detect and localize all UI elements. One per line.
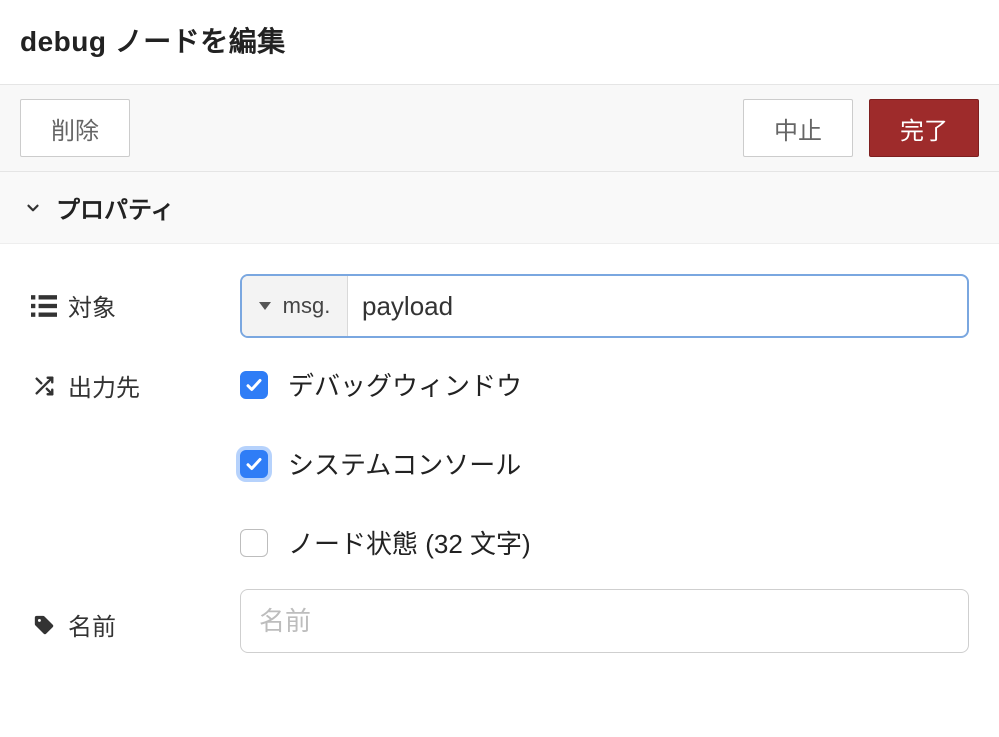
target-type-selector[interactable]: msg.	[242, 276, 348, 336]
output-option-system-console: システムコンソール	[240, 445, 969, 482]
label-name-text: 名前	[68, 607, 116, 642]
delete-button[interactable]: 削除	[20, 99, 130, 157]
checkbox-node-status-label: ノード状態 (32 文字)	[288, 524, 531, 561]
name-input[interactable]	[240, 589, 969, 653]
done-button-label: 完了	[900, 111, 948, 146]
label-name: 名前	[30, 589, 240, 642]
checkbox-node-status[interactable]	[240, 529, 268, 557]
output-option-node-status: ノード状態 (32 文字)	[240, 524, 969, 561]
target-input[interactable]	[348, 276, 967, 336]
label-output: 出力先	[30, 366, 240, 403]
cancel-button[interactable]: 中止	[743, 99, 853, 157]
checkbox-system-console[interactable]	[240, 450, 268, 478]
tag-icon	[30, 614, 58, 636]
row-output: 出力先 デバッグウィンドウ システムコンソール	[30, 366, 969, 561]
done-button[interactable]: 完了	[869, 99, 979, 157]
shuffle-icon	[30, 375, 58, 397]
section-properties-header[interactable]: プロパティ	[0, 172, 999, 244]
row-target: 対象 msg.	[30, 274, 969, 338]
output-option-debug-window: デバッグウィンドウ	[240, 366, 969, 403]
properties-form: 対象 msg. 出力先	[0, 244, 999, 711]
row-name: 名前	[30, 589, 969, 653]
section-properties-title: プロパティ	[56, 190, 175, 225]
label-target-text: 対象	[68, 288, 116, 323]
checkbox-debug-window-label: デバッグウィンドウ	[288, 366, 522, 403]
dialog-title: debug ノードを編集	[20, 20, 979, 60]
target-typed-input: msg.	[240, 274, 969, 338]
caret-down-icon	[259, 302, 271, 310]
action-bar: 削除 中止 完了	[0, 85, 999, 172]
label-output-text: 出力先	[68, 368, 140, 403]
list-icon	[30, 295, 58, 317]
target-type-prefix: msg.	[283, 293, 331, 319]
cancel-button-label: 中止	[774, 111, 822, 146]
output-checkbox-list: デバッグウィンドウ システムコンソール ノード状態 (32 文字)	[240, 366, 969, 561]
checkbox-system-console-label: システムコンソール	[288, 445, 521, 482]
title-bar: debug ノードを編集	[0, 0, 999, 85]
checkbox-debug-window[interactable]	[240, 371, 268, 399]
chevron-down-icon	[24, 199, 42, 217]
delete-button-label: 削除	[51, 111, 99, 146]
label-target: 対象	[30, 274, 240, 323]
